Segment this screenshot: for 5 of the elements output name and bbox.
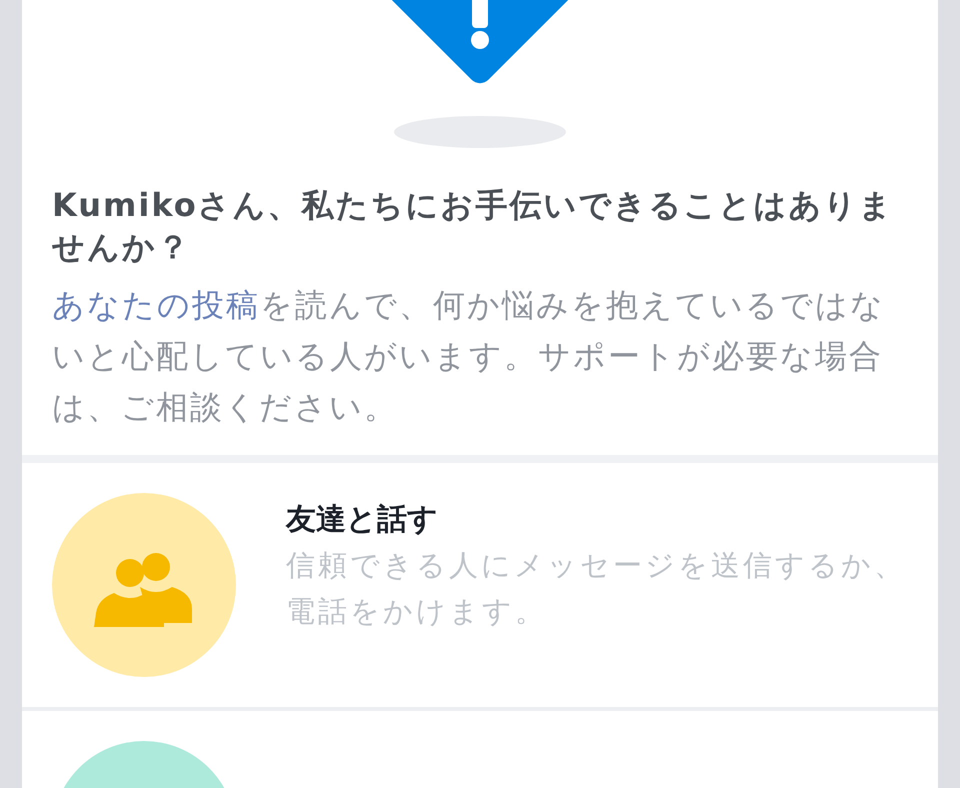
post-link[interactable]: あなたの投稿: [52, 286, 260, 324]
prompt-text: あなたの投稿 を読んで、何か悩みを抱えているではないと心配している人がいます。サポートが必要な場合は、ご相談ください。: [52, 285, 886, 428]
option-title[interactable]: 友達と話す: [286, 498, 908, 542]
prompt-title: Kumikoさん、私たちにお手伝いできることはありませんか？: [52, 185, 895, 268]
option-description: 信頼できる人にメッセージを送信するか、電話をかけます。: [286, 547, 907, 630]
